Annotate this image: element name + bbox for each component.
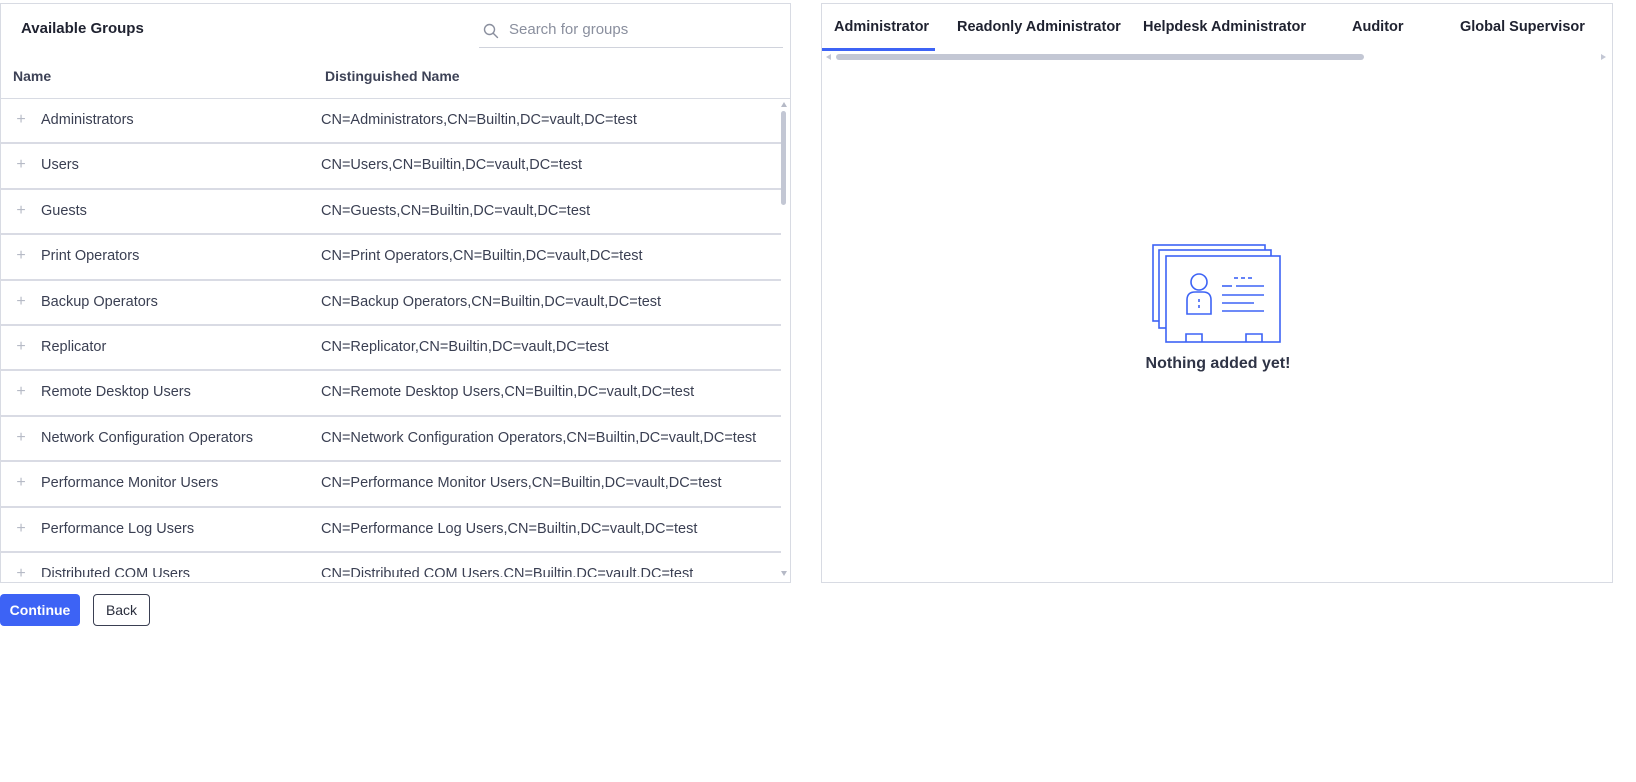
panel-title: Available Groups [21,20,144,37]
plus-icon[interactable]: + [14,202,28,218]
plus-icon[interactable]: + [14,475,28,491]
tabs-horizontal-scrollbar[interactable] [826,54,1606,60]
group-distinguished-name: CN=Users,CN=Builtin,DC=vault,DC=test [321,157,583,174]
group-name: Guests [41,202,87,219]
group-name: Backup Operators [41,293,158,310]
group-name: Performance Log Users [41,520,195,537]
search-input[interactable] [507,12,779,46]
plus-icon[interactable]: + [14,248,28,264]
group-name: Print Operators [41,248,140,265]
group-name: Remote Desktop Users [41,384,191,401]
back-button[interactable]: Back [93,594,150,626]
scroll-left-icon[interactable] [826,54,831,60]
plus-icon[interactable]: + [14,112,28,128]
groups-table-body[interactable]: + Administrators CN=Administrators,CN=Bu… [1,99,781,577]
group-distinguished-name: CN=Print Operators,CN=Builtin,DC=vault,D… [321,248,643,265]
group-distinguished-name: CN=Performance Log Users,CN=Builtin,DC=v… [321,520,698,537]
group-distinguished-name: CN=Performance Monitor Users,CN=Builtin,… [321,475,722,492]
table-row[interactable]: + Print Operators CN=Print Operators,CN=… [1,235,781,281]
group-distinguished-name: CN=Backup Operators,CN=Builtin,DC=vault,… [321,293,662,310]
group-distinguished-name: CN=Administrators,CN=Builtin,DC=vault,DC… [321,112,637,128]
plus-icon[interactable]: + [14,384,28,400]
table-row[interactable]: + Remote Desktop Users CN=Remote Desktop… [1,371,781,417]
vertical-scrollbar[interactable] [780,100,788,576]
continue-button[interactable]: Continue [0,594,80,626]
table-row[interactable]: + Replicator CN=Replicator,CN=Builtin,DC… [1,326,781,372]
plus-icon[interactable]: + [14,565,28,577]
group-name: Administrators [41,112,134,128]
table-row[interactable]: + Backup Operators CN=Backup Operators,C… [1,281,781,326]
column-header-distinguished-name[interactable]: Distinguished Name [325,68,460,84]
table-row[interactable]: + Users CN=Users,CN=Builtin,DC=vault,DC=… [1,144,781,190]
group-name: Network Configuration Operators [41,429,253,446]
table-row[interactable]: + Network Configuration Operators CN=Net… [1,417,781,463]
group-name: Replicator [41,338,107,355]
plus-icon[interactable]: + [14,338,28,354]
search-box[interactable] [479,12,783,48]
table-row[interactable]: + Guests CN=Guests,CN=Builtin,DC=vault,D… [1,190,781,236]
plus-icon[interactable]: + [14,520,28,536]
group-distinguished-name: CN=Network Configuration Operators,CN=Bu… [321,429,757,446]
group-name: Performance Monitor Users [41,475,219,492]
plus-icon[interactable]: + [14,157,28,173]
table-row[interactable]: + Administrators CN=Administrators,CN=Bu… [1,99,781,145]
search-icon [483,23,499,39]
id-cards-illustration-icon [1152,244,1281,343]
tab-global-supervisor[interactable]: Global Supervisor [1460,19,1585,35]
available-groups-panel: Available Groups Name Distinguished Name… [0,3,791,583]
scroll-up-icon[interactable] [781,102,787,107]
scroll-down-icon[interactable] [781,571,787,576]
group-distinguished-name: CN=Guests,CN=Builtin,DC=vault,DC=test [321,202,591,219]
active-tab-indicator [822,48,935,51]
tab-administrator[interactable]: Administrator [834,19,929,35]
column-header-name[interactable]: Name [13,68,51,84]
tab-readonly-administrator[interactable]: Readonly Administrator [957,19,1121,35]
table-row[interactable]: + Performance Monitor Users CN=Performan… [1,462,781,508]
scrollbar-thumb[interactable] [781,111,786,205]
table-row[interactable]: + Distributed COM Users CN=Distributed C… [1,553,781,577]
role-assignment-panel: Administrator Readonly Administrator Hel… [821,3,1613,583]
group-name: Distributed COM Users [41,565,191,577]
empty-state-message: Nothing added yet! [1145,355,1291,372]
tab-auditor[interactable]: Auditor [1352,19,1404,35]
plus-icon[interactable]: + [14,293,28,309]
table-row[interactable]: + Performance Log Users CN=Performance L… [1,508,781,553]
group-name: Users [41,157,79,174]
group-distinguished-name: CN=Remote Desktop Users,CN=Builtin,DC=va… [321,384,695,401]
group-distinguished-name: CN=Distributed COM Users,CN=Builtin,DC=v… [321,565,694,577]
scrollbar-thumb[interactable] [836,54,1364,60]
tab-helpdesk-administrator[interactable]: Helpdesk Administrator [1143,19,1306,35]
plus-icon[interactable]: + [14,429,28,445]
group-distinguished-name: CN=Replicator,CN=Builtin,DC=vault,DC=tes… [321,338,609,355]
scroll-right-icon[interactable] [1601,54,1606,60]
